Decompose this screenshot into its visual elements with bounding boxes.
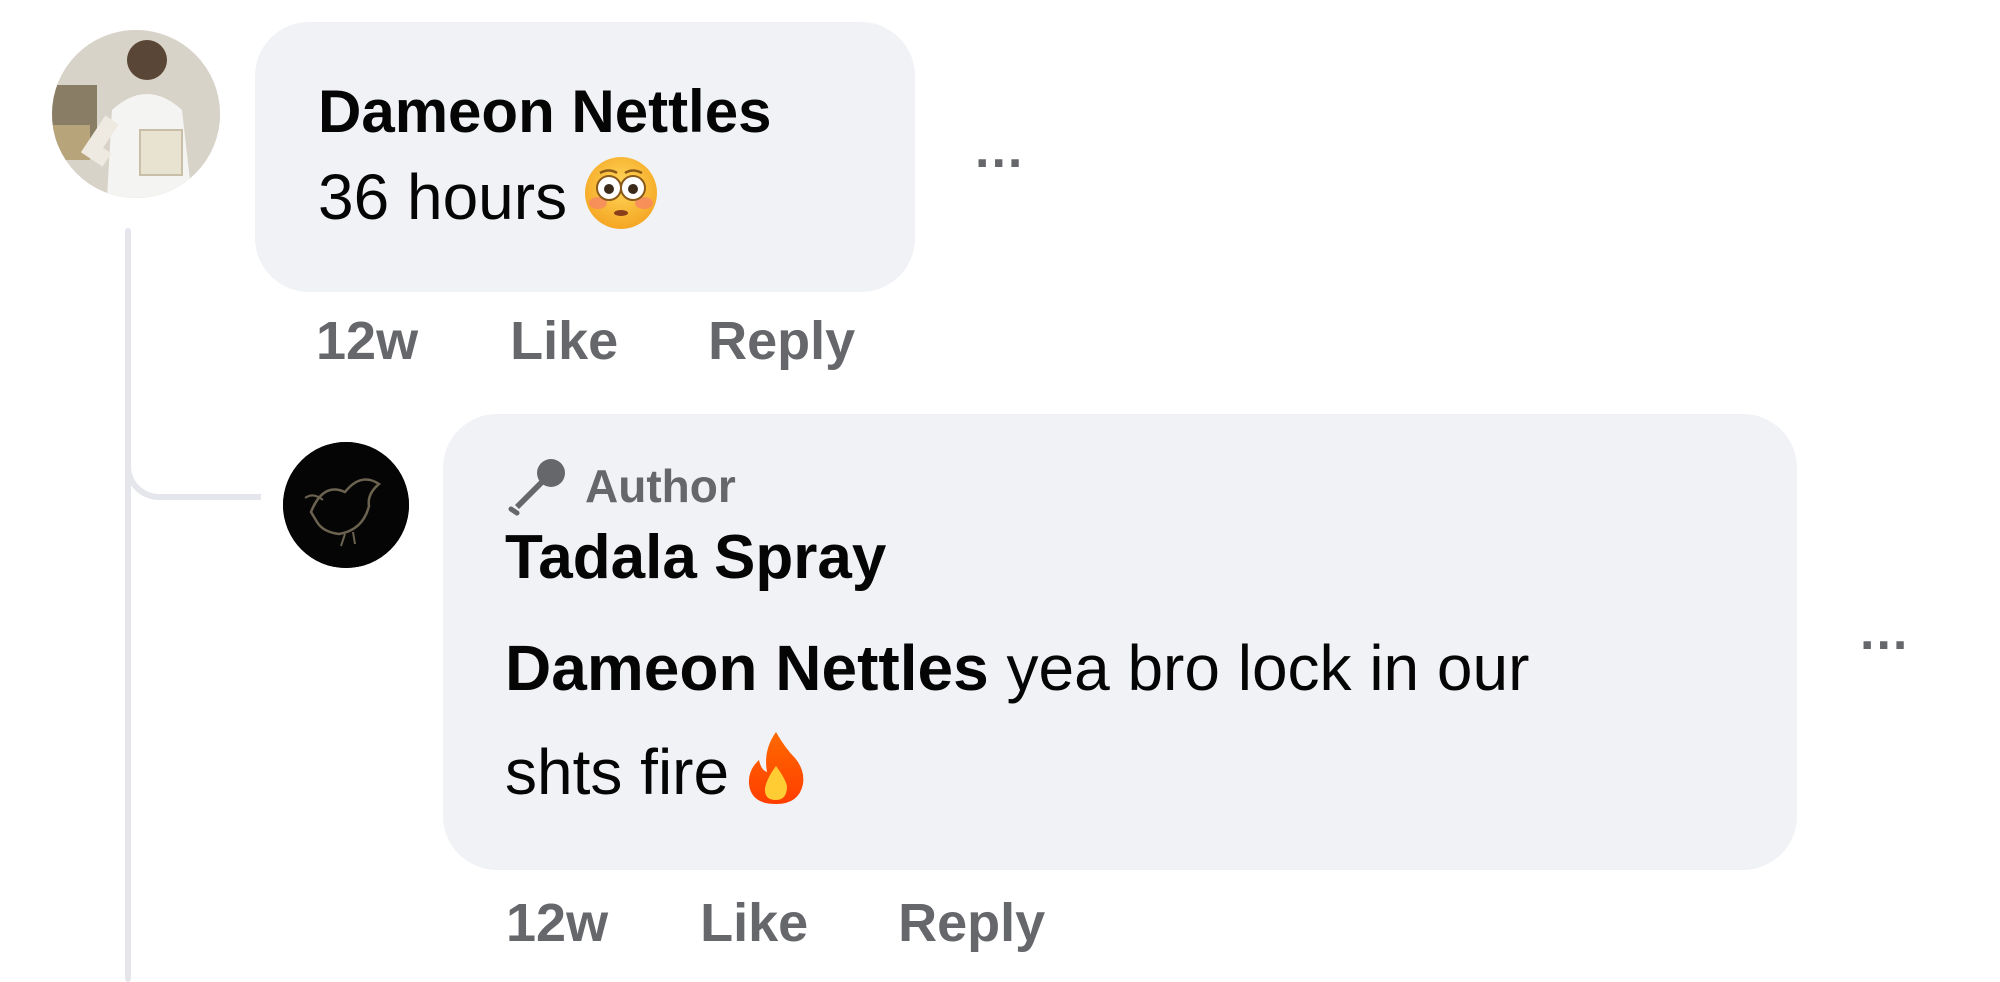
comment-bubble: Dameon Nettles 36 hours [255, 22, 915, 292]
thread-connector-line [125, 228, 131, 982]
comment-timestamp[interactable]: 12w [316, 310, 418, 372]
comment-reply-button[interactable]: Reply [708, 310, 855, 372]
microphone-icon [505, 453, 571, 519]
author-badge-label: Author [585, 460, 736, 512]
comment-like-button[interactable]: Like [510, 310, 618, 372]
comment-body: 36 hours [318, 161, 568, 233]
reply-bubble: Author Tadala Spray Dameon Nettles yea b… [443, 414, 1797, 870]
thread-connector-elbow [125, 440, 261, 500]
comment-author-name[interactable]: Dameon Nettles [318, 72, 855, 152]
avatar-tadala-spray[interactable] [283, 442, 409, 568]
avatar-dameon-nettles[interactable] [52, 30, 220, 198]
reply-more-options-button[interactable]: ... [1860, 606, 1909, 658]
author-badge: Author [505, 456, 1737, 516]
profile-photo-icon [52, 30, 220, 198]
reply-author-name[interactable]: Tadala Spray [505, 518, 1737, 598]
comment-more-options-button[interactable]: ... [975, 124, 1024, 176]
reply-like-button[interactable]: Like [700, 892, 808, 954]
reply-reply-button[interactable]: Reply [898, 892, 1045, 954]
reply-text: Dameon Nettles yea bro lock in our shts … [505, 616, 1655, 836]
flushed-face-icon [583, 155, 659, 254]
comment-text: 36 hours [318, 152, 855, 254]
reply-actions: 12w Like Reply [506, 892, 1135, 954]
fire-icon [745, 730, 807, 836]
mention-link[interactable]: Dameon Nettles [505, 632, 989, 704]
comment-actions: 12w Like Reply [316, 310, 945, 372]
bird-logo-icon [283, 442, 409, 568]
reply-timestamp[interactable]: 12w [506, 892, 608, 954]
